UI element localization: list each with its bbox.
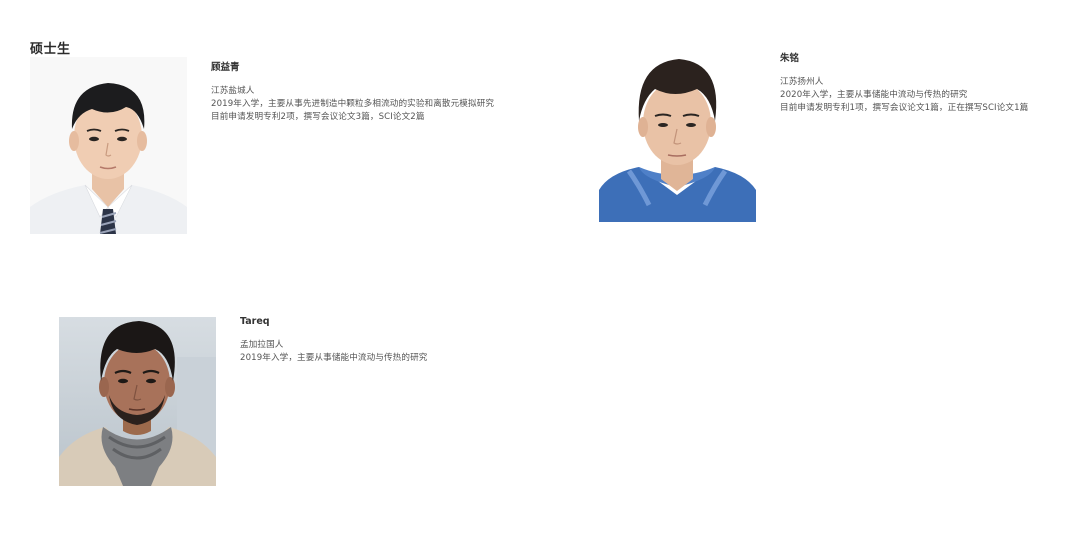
student-origin: 江苏扬州人: [780, 77, 824, 87]
student-photo: [30, 57, 187, 234]
student-name: 朱铭: [780, 53, 800, 64]
student-origin: 孟加拉国人: [240, 340, 284, 350]
student-name: 顾益青: [211, 62, 240, 73]
student-name: Tareq: [240, 316, 270, 327]
student-detail: 目前申请发明专利1项，撰写会议论文1篇，正在撰写SCI论文1篇: [780, 103, 1029, 113]
student-photo: [59, 317, 216, 486]
student-origin: 江苏盐城人: [211, 86, 255, 96]
student-info: 朱铭 江苏扬州人 2020年入学，主要从事储能中流动与传热的研究 目前申请发明专…: [780, 53, 1060, 115]
section-title: 硕士生: [30, 42, 71, 57]
student-detail: 2019年入学，主要从事储能中流动与传热的研究: [240, 353, 428, 363]
student-detail: 2019年入学，主要从事先进制造中颗粒多相流动的实验和离散元模拟研究: [211, 99, 495, 109]
student-detail: 2020年入学，主要从事储能中流动与传热的研究: [780, 90, 968, 100]
student-detail: 目前申请发明专利2项，撰写会议论文3篇，SCI论文2篇: [211, 112, 425, 122]
student-info: Tareq 孟加拉国人 2019年入学，主要从事储能中流动与传热的研究: [240, 316, 500, 365]
student-info: 顾益青 江苏盐城人 2019年入学，主要从事先进制造中颗粒多相流动的实验和离散元…: [211, 62, 541, 124]
student-photo: [599, 55, 756, 222]
